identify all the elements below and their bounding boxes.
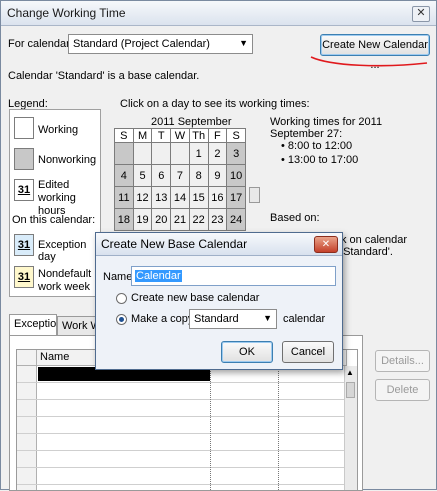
table-row[interactable] [17,485,347,490]
table-row[interactable] [17,468,347,485]
chevron-down-icon: ▼ [239,38,248,48]
calendar-day[interactable]: 10 [226,164,246,187]
table-row[interactable] [17,400,347,417]
scroll-thumb[interactable] [346,382,355,398]
calendar-day[interactable]: 15 [188,186,209,209]
table-row[interactable] [17,451,347,468]
table-row[interactable] [17,383,347,400]
delete-button[interactable]: Delete [375,379,430,401]
name-input[interactable]: Calendar [131,266,336,286]
dialog-close-icon[interactable]: ✕ [314,236,338,253]
calendar-day[interactable]: 9 [207,164,228,187]
calendar-day[interactable]: 3 [226,142,246,165]
grid-corner [17,350,37,366]
weekday-header: M [132,128,153,143]
calendar-day[interactable]: 20 [151,208,172,231]
calendar-day[interactable]: 24 [226,208,246,231]
calendar-empty-cell [114,142,134,165]
nondefault-week-swatch: 31 [14,266,34,288]
dialog-title: Create New Base Calendar [101,237,248,251]
legend-nonworking: Nonworking [38,154,97,166]
radio-make-copy[interactable] [116,314,127,325]
weekday-header: S [114,128,134,143]
legend-panel: Working Nonworking 31 Edited working hou… [9,109,101,297]
table-row[interactable] [17,417,347,434]
calendar-scroll-thumb[interactable] [249,187,260,203]
edited-hours-swatch: 31 [14,179,34,201]
legend-exception-day: Exception day [38,239,87,263]
working-time-2: • 13:00 to 17:00 [281,154,359,166]
calendar-day[interactable]: 16 [207,186,228,209]
name-input-value: Calendar [135,270,182,282]
calendar-empty-cell [170,142,190,165]
dialog-title-bar: Create New Base Calendar ✕ [96,233,342,256]
grid-divider [278,366,279,490]
ok-button[interactable]: OK [221,341,273,363]
working-times-heading: Working times for 2011 September 27: [270,116,383,140]
calendar-day[interactable]: 17 [226,186,246,209]
scroll-up-icon[interactable]: ▲ [346,368,354,377]
calendar-day[interactable]: 1 [188,142,209,165]
calendar-day[interactable]: 14 [170,186,190,209]
calendar-grid: S M T W Th F S 1 2 3 4 5 6 7 8 9 10 11 12 13 14 15 16 17 18 19 20 2… [114,128,246,231]
close-icon[interactable]: ✕ [412,6,430,22]
calendar-day[interactable]: 12 [132,186,153,209]
for-calendar-value: Standard (Project Calendar) [73,38,210,50]
create-new-base-calendar-dialog: Create New Base Calendar ✕ Name: Calenda… [95,232,343,370]
exception-day-swatch: 31 [14,234,34,256]
copy-suffix-label: calendar [283,313,326,325]
calendar-day[interactable]: 2 [207,142,228,165]
calendar-day[interactable]: 13 [151,186,172,209]
table-row[interactable] [17,434,347,451]
grid-divider [210,366,211,490]
calendar-day[interactable]: 7 [170,164,190,187]
legend-edited-hours: Edited working hours [38,179,76,217]
calendar-day[interactable]: 8 [188,164,209,187]
calendar-day[interactable]: 11 [114,186,134,209]
working-swatch [14,117,34,139]
weekday-header: S [226,128,246,143]
radio-create-new[interactable] [116,293,127,304]
for-calendar-label: For calendar: [8,38,73,50]
chevron-down-icon: ▼ [263,313,272,323]
base-calendar-note: Calendar 'Standard' is a base calendar. [8,70,200,82]
calendar-month: 2011 September [151,116,232,128]
based-on-detail: k on calendar 'Standard'. [341,234,408,258]
red-annotation-underline [310,56,428,67]
calendar-day[interactable]: 18 [114,208,134,231]
calendar-day[interactable]: 19 [132,208,153,231]
nonworking-swatch [14,148,34,170]
title-bar: Change Working Time ✕ [1,1,436,26]
tab-exceptions[interactable]: Exceptions [9,314,68,335]
copy-source-value: Standard [194,313,239,325]
calendar-instruction: Click on a day to see its working times: [120,98,310,110]
calendar-day[interactable]: 23 [207,208,228,231]
weekday-header: F [207,128,228,143]
weekday-header: T [151,128,172,143]
weekday-header: W [170,128,190,143]
calendar-day[interactable]: 6 [151,164,172,187]
calendar-day[interactable]: 5 [132,164,153,187]
calendar-day[interactable]: 4 [114,164,134,187]
cancel-button[interactable]: Cancel [282,341,334,363]
legend-on-this-calendar: On this calendar: [12,214,96,226]
calendar-empty-cell [132,142,153,165]
option-create-new-label: Create new base calendar [131,292,260,304]
exceptions-grid[interactable]: Name ▲ [16,349,358,491]
weekday-header: Th [188,128,209,143]
copy-source-dropdown[interactable]: Standard ▼ [189,309,277,329]
based-on-label: Based on: [270,212,320,224]
calendar-day[interactable]: 22 [188,208,209,231]
calendar-empty-cell [151,142,172,165]
working-time-1: • 8:00 to 12:00 [281,140,353,152]
details-button[interactable]: Details... [375,350,430,372]
change-working-time-window: Change Working Time ✕ For calendar: Stan… [0,0,437,491]
for-calendar-dropdown[interactable]: Standard (Project Calendar) ▼ [68,34,253,54]
calendar-day[interactable]: 21 [170,208,190,231]
legend-nondefault-week: Nondefault work week [38,268,92,293]
legend-working: Working [38,124,79,136]
grid-scrollbar[interactable]: ▲ [344,366,357,490]
window-title: Change Working Time [7,6,126,20]
